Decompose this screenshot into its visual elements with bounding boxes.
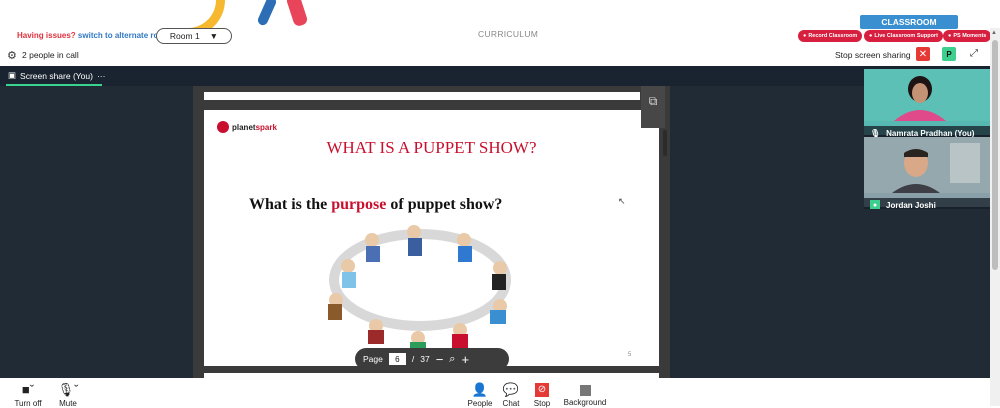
popout-icon[interactable]: ⧉ — [641, 86, 665, 128]
page-navigator: Page 6 / 37 − ⌕ + — [355, 348, 509, 370]
issues-notice: Having issues? switch to alternate room — [17, 31, 170, 40]
tab-label: Screen share (You) — [20, 70, 93, 81]
mouse-cursor-icon: ↖ — [618, 196, 626, 206]
record-icon: ● — [803, 33, 807, 39]
room-label: Room 1 — [169, 31, 200, 41]
slide-title: WHAT IS A PUPPET SHOW? — [326, 138, 537, 157]
ps-moments-button[interactable]: ● PS Moments — [943, 30, 992, 42]
share-tabbar — [0, 66, 990, 86]
planetspark-logo: planetspark — [217, 121, 277, 133]
page-label: Page — [363, 354, 383, 364]
microphone-icon: 🎙ˇ — [57, 382, 79, 397]
avatar[interactable]: P — [942, 47, 956, 61]
participant-tile[interactable]: 🎙 Namrata Pradhan (You) — [864, 69, 990, 140]
scrollbar-thumb[interactable] — [992, 40, 998, 270]
stop-sharing-close-button[interactable]: ✕ — [916, 47, 930, 61]
classroom-tab[interactable]: CLASSROOM — [860, 15, 958, 29]
support-icon: ● — [869, 33, 873, 39]
room-selector[interactable]: Room 1 ▼ — [156, 28, 232, 44]
participant-video — [864, 137, 990, 193]
active-tab-indicator — [6, 84, 102, 86]
background-button[interactable]: Background — [557, 383, 613, 407]
previous-slide-edge — [204, 92, 640, 100]
zoom-in-icon[interactable]: + — [461, 352, 469, 367]
participant-tile[interactable]: ● Jordan Joshi — [864, 137, 990, 212]
curriculum-label[interactable]: CURRICULUM — [478, 29, 538, 39]
slide-page-number: 5 — [628, 352, 632, 358]
participants-panel — [864, 209, 990, 378]
slide-scrollbar[interactable] — [663, 130, 667, 156]
page-number-input[interactable]: 6 — [388, 353, 406, 365]
participant-video — [864, 69, 990, 121]
page-separator: / — [411, 354, 415, 364]
zoom-out-icon[interactable]: − — [436, 352, 444, 367]
more-options-icon[interactable]: ··· — [97, 71, 106, 81]
stop-share-icon: ⊘ — [535, 383, 549, 397]
video-camera-icon: ■ˇ — [21, 382, 35, 397]
search-zoom-icon[interactable]: ⌕ — [449, 353, 455, 366]
record-classroom-button[interactable]: ● Record Classroom — [798, 30, 863, 42]
page-total: 37 — [420, 354, 430, 364]
slide-question: What is the purpose of puppet show? — [249, 196, 503, 213]
stop-sharing-label: Stop screen sharing — [835, 50, 911, 60]
screen-share-icon: ▣ — [8, 70, 17, 80]
planet-logo-icon — [217, 121, 229, 133]
close-icon: ✕ — [918, 48, 928, 60]
scroll-up-icon[interactable]: ▲ — [991, 30, 997, 36]
camera-icon: ● — [948, 33, 952, 39]
background-icon — [579, 385, 591, 396]
live-support-button[interactable]: ● Live Classroom Support — [864, 30, 943, 42]
caret-down-icon: ▼ — [209, 31, 219, 41]
fullscreen-icon[interactable]: ⤢ — [970, 48, 978, 59]
mute-button[interactable]: 🎙ˇ Mute — [40, 383, 96, 408]
tab-screen-share[interactable]: ▣ Screen share (You) ··· — [8, 70, 105, 81]
people-count: 2 people in call — [22, 50, 79, 60]
issues-text: Having issues? — [17, 31, 76, 40]
gear-icon[interactable]: ⚙ — [7, 49, 17, 62]
